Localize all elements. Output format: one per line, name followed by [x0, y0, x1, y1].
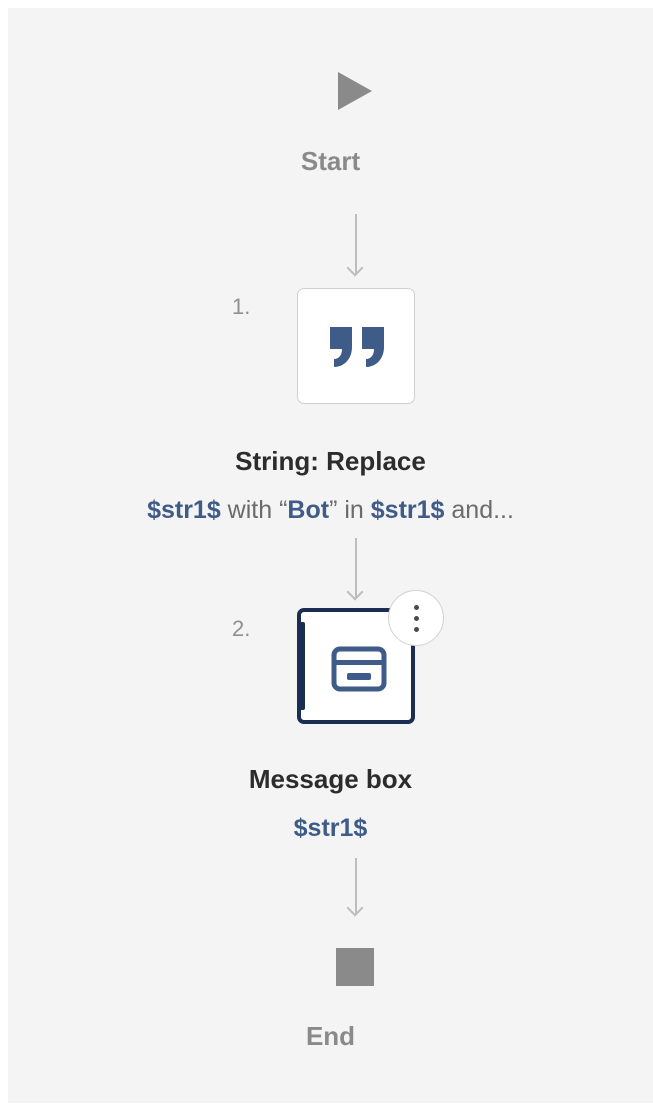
- quote-icon: [330, 327, 384, 367]
- subtitle-text: and...: [444, 496, 514, 524]
- connector-arrow: [346, 538, 364, 601]
- step-number: 2.: [232, 616, 251, 641]
- action-subtitle: $str1$ with “Bot” in $str1$ and...: [8, 496, 653, 525]
- connector-arrow: [346, 858, 364, 917]
- flow-canvas: Start 1. String: Replace $str1$ with “Bo…: [8, 8, 653, 1103]
- subtitle-text: ” in: [329, 496, 371, 524]
- end-label: End: [305, 1021, 356, 1051]
- action-subtitle: $str1$: [8, 814, 653, 843]
- variable-token: $str1$: [370, 496, 445, 524]
- start-label: Start: [300, 146, 361, 176]
- action-card-string-replace[interactable]: [297, 288, 415, 404]
- literal-token: Bot: [287, 496, 330, 524]
- connector-arrow: [346, 214, 364, 277]
- variable-token: $str1$: [147, 496, 221, 524]
- end-stop-icon: [336, 948, 374, 986]
- action-title: String: Replace: [235, 446, 426, 476]
- start-play-icon: [338, 72, 372, 110]
- variable-token: $str1$: [293, 814, 368, 842]
- message-box-icon: [331, 646, 387, 692]
- action-title: Message box: [248, 764, 413, 794]
- action-menu-button[interactable]: [388, 590, 444, 646]
- step-number: 1.: [232, 294, 251, 319]
- subtitle-text: with “: [220, 496, 288, 524]
